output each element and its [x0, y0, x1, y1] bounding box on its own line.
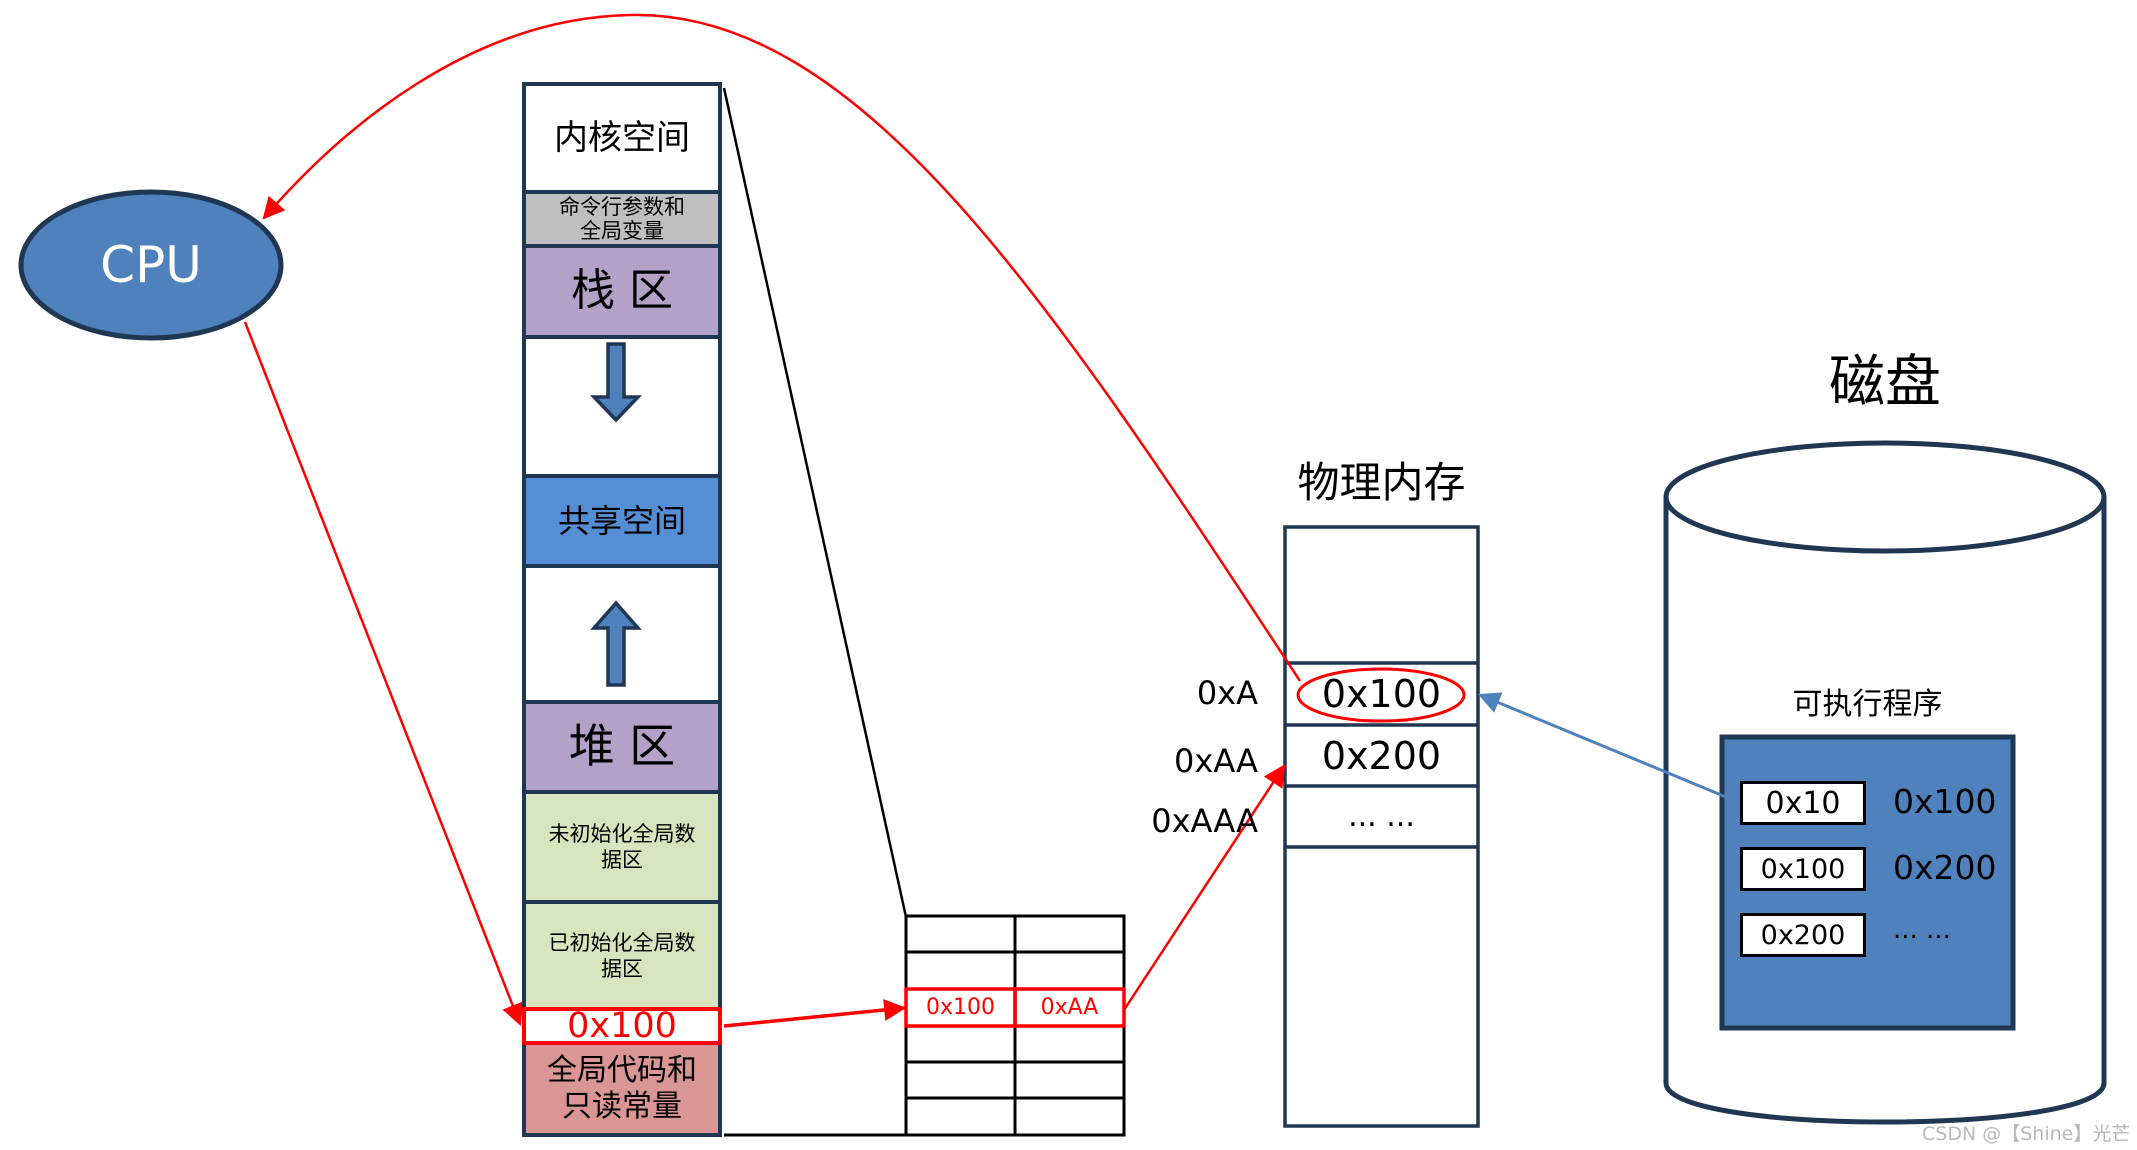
executable-entry-address-0: 0x10 [1740, 781, 1866, 825]
page-table-virtual-value: 0x100 [925, 995, 995, 1020]
segment-stack: 栈 区 [522, 244, 722, 339]
segment-shared: 共享空间 [522, 474, 722, 568]
executable-content-0: 0x100 [1893, 782, 1997, 821]
page-table-virtual-cell: 0x100 [906, 989, 1015, 1026]
segment-data: 已初始化全局数 据区 [522, 900, 722, 1012]
diagram-canvas [18, 13, 2107, 1137]
physical-address-2: 0xAA [1174, 742, 1258, 780]
arrow-virtual-to-page-table [723, 999, 907, 1028]
watermark-text: CSDN @【Shine】光芒 [1922, 1123, 2131, 1145]
segment-cmdline-line2: 全局变量 [580, 219, 664, 243]
page-table-physical-value: 0xAA [1040, 995, 1099, 1020]
physical-memory-title-text: 物理内存 [1297, 457, 1466, 507]
segment-bss: 未初始化全局数 据区 [522, 790, 722, 904]
segment-kernel: 内核空间 [522, 82, 722, 194]
executable-entry-content-0: 0x100 [1893, 782, 1997, 821]
cpu-label: CPU [21, 232, 281, 298]
executable-entry-content-2: ... ... [1893, 915, 1951, 945]
physical-memory-value-3: ... ... [1348, 799, 1415, 834]
segment-code-line2: 只读常量 [562, 1088, 682, 1124]
cpu-label-text: CPU [100, 235, 202, 294]
segment-code: 全局代码和 只读常量 [522, 1040, 722, 1137]
segment-gap-down [522, 335, 722, 478]
executable-address-1: 0x100 [1760, 853, 1846, 885]
virtual-address-value: 0x100 [567, 1006, 677, 1046]
page-table-physical-cell: 0xAA [1015, 989, 1124, 1026]
executable-content-2: ... ... [1893, 915, 1951, 945]
physical-address-label-3: 0xAAA [1151, 802, 1258, 840]
segment-cmdline: 命令行参数和 全局变量 [522, 190, 722, 248]
physical-address-label-1: 0xA [1197, 674, 1258, 712]
segment-data-line1: 已初始化全局数 [548, 930, 696, 955]
executable-title: 可执行程序 [1760, 685, 1975, 725]
disk-title: 磁盘 [1780, 345, 1990, 420]
segment-kernel-label: 内核空间 [554, 117, 690, 158]
segment-stack-label: 栈 区 [571, 265, 673, 317]
virtual-address-highlight: 0x100 [522, 1006, 722, 1046]
segment-data-line2: 据区 [601, 957, 643, 981]
disk-title-text: 磁盘 [1829, 349, 1941, 415]
watermark: CSDN @【Shine】光芒 [1922, 1119, 2130, 1146]
segment-heap: 堆 区 [522, 700, 722, 794]
physical-memory-cell-3: ... ... [1285, 786, 1478, 847]
executable-address-2: 0x200 [1760, 919, 1846, 951]
segment-shared-label: 共享空间 [557, 501, 686, 540]
segment-bss-line2: 据区 [601, 848, 643, 872]
segment-bss-line1: 未初始化全局数 [548, 821, 696, 846]
segment-cmdline-line1: 命令行参数和 [559, 194, 685, 219]
segment-heap-label: 堆 区 [568, 719, 676, 774]
executable-title-text: 可执行程序 [1792, 687, 1943, 723]
executable-entry-content-1: 0x200 [1893, 848, 1997, 887]
physical-address-label-2: 0xAA [1174, 742, 1258, 780]
segment-gap-up [522, 564, 722, 704]
physical-address-3: 0xAAA [1151, 802, 1258, 840]
executable-address-0: 0x10 [1765, 785, 1841, 821]
physical-memory-value-1: 0x100 [1321, 672, 1442, 716]
page-table-connector-top [722, 87, 908, 918]
executable-content-1: 0x200 [1893, 848, 1997, 887]
executable-entry-address-1: 0x100 [1740, 847, 1866, 891]
arrow-cpu-to-virtual-address [243, 321, 524, 1027]
executable-entry-address-2: 0x200 [1740, 913, 1866, 957]
arrow-disk-to-physical [1477, 692, 1739, 804]
physical-memory-cell-2: 0x200 [1285, 725, 1478, 786]
physical-memory-cell-1: 0x100 [1285, 663, 1478, 725]
physical-memory-value-2: 0x200 [1321, 733, 1442, 778]
physical-address-1: 0xA [1196, 674, 1258, 712]
segment-code-line1: 全局代码和 [547, 1052, 697, 1088]
physical-memory-title: 物理内存 [1260, 455, 1503, 511]
